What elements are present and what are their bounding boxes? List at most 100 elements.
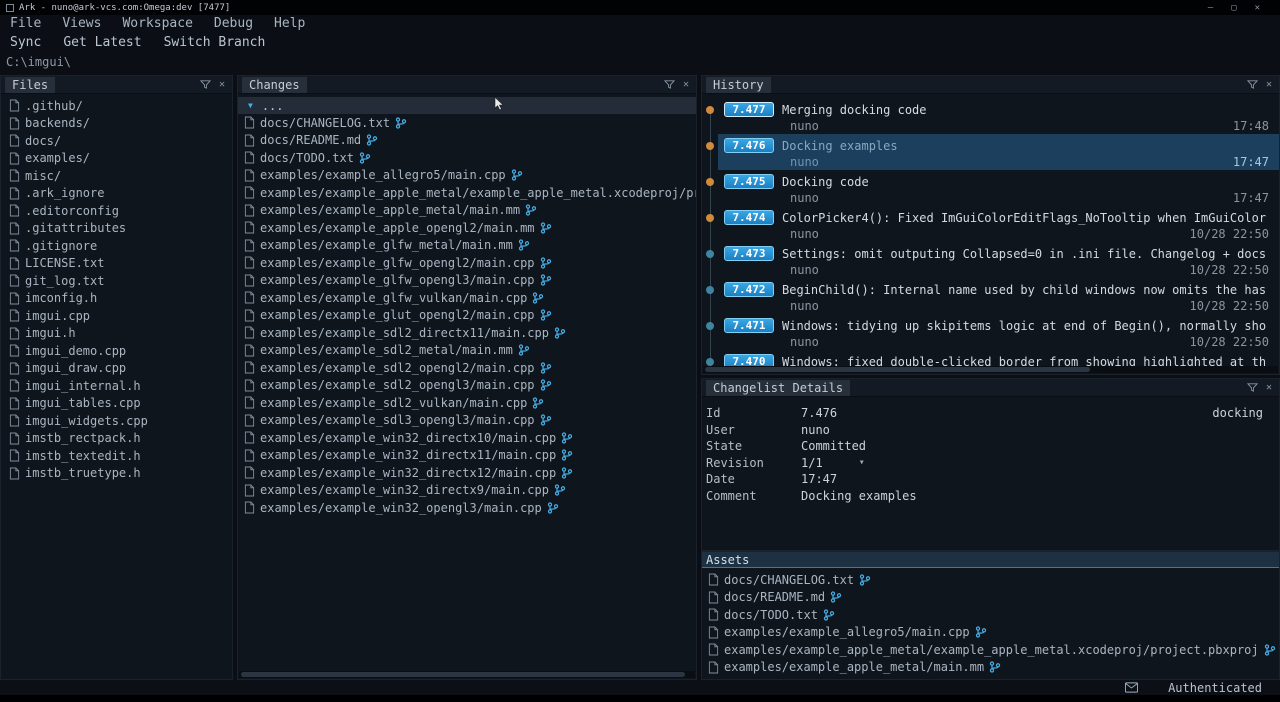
file-tree-item[interactable]: imgui_demo.cpp	[1, 342, 232, 360]
file-icon	[244, 309, 255, 322]
close-panel-icon[interactable]: ✕	[219, 80, 225, 90]
commit-row[interactable]: 7.476 Docking examples nuno 17:47	[702, 134, 1279, 170]
maximize-icon[interactable]: ▢	[1231, 3, 1236, 13]
changes-root-node[interactable]: ▼ ...	[238, 97, 696, 114]
changed-file-row[interactable]: docs/TODO.txt	[238, 149, 696, 167]
asset-row[interactable]: examples/example_apple_metal/main.mm	[702, 659, 1279, 677]
commit-row[interactable]: 7.475 Docking code nuno 17:47	[702, 170, 1279, 206]
changed-file-row[interactable]: examples/example_win32_opengl3/main.cpp	[238, 499, 696, 517]
file-tree-item[interactable]: imgui.cpp	[1, 307, 232, 325]
changed-file-row[interactable]: examples/example_sdl2_vulkan/main.cpp	[238, 394, 696, 412]
file-tree-item[interactable]: examples/	[1, 150, 232, 168]
changed-file-row[interactable]: examples/example_sdl2_metal/main.mm	[238, 342, 696, 360]
asset-row[interactable]: examples/example_apple_metal/example_app…	[702, 641, 1279, 659]
changed-file-row[interactable]: docs/README.md	[238, 132, 696, 150]
file-tree-item[interactable]: git_log.txt	[1, 272, 232, 290]
filter-icon[interactable]	[1247, 382, 1258, 393]
file-tree-item[interactable]: .editorconfig	[1, 202, 232, 220]
filter-icon[interactable]	[1247, 79, 1258, 90]
scrollbar-thumb[interactable]	[241, 672, 685, 677]
changed-file-row[interactable]: examples/example_sdl2_opengl2/main.cpp	[238, 359, 696, 377]
revision-dropdown-icon[interactable]: ▾	[859, 457, 865, 468]
commit-row[interactable]: 7.473 Settings: omit outputing Collapsed…	[702, 242, 1279, 278]
asset-row[interactable]: examples/example_allegro5/main.cpp	[702, 624, 1279, 642]
file-tree-item[interactable]: imgui_draw.cpp	[1, 360, 232, 378]
file-tree-item[interactable]: imstb_textedit.h	[1, 447, 232, 465]
vcs-branch-status-icon	[975, 626, 987, 638]
asset-row[interactable]: docs/CHANGELOG.txt	[702, 571, 1279, 589]
detail-label: Id	[706, 406, 801, 420]
file-tree-item[interactable]: imstb_rectpack.h	[1, 430, 232, 448]
vcs-branch-status-icon	[561, 432, 573, 444]
scrollbar-thumb[interactable]	[705, 367, 1090, 372]
changed-file-row[interactable]: examples/example_glut_opengl2/main.cpp	[238, 307, 696, 325]
expand-triangle-icon[interactable]: ▼	[248, 101, 253, 110]
asset-row[interactable]: docs/README.md	[702, 589, 1279, 607]
file-tree-item[interactable]: imgui_tables.cpp	[1, 395, 232, 413]
changes-root-label: ...	[262, 99, 284, 113]
menu-item[interactable]: Debug	[208, 16, 259, 31]
commit-row[interactable]: 7.472 BeginChild(): Internal name used b…	[702, 278, 1279, 314]
file-name: .ark_ignore	[25, 186, 104, 200]
commit-row[interactable]: 7.470 Windows: fixed double-clicked bord…	[702, 350, 1279, 366]
revision-badge: 7.471	[724, 318, 774, 333]
file-tree-item[interactable]: imconfig.h	[1, 290, 232, 308]
commit-row[interactable]: 7.477 Merging docking code nuno 17:48	[702, 98, 1279, 134]
toolbar-button[interactable]: Sync	[4, 35, 47, 50]
changed-file-row[interactable]: examples/example_apple_metal/main.mm	[238, 202, 696, 220]
horizontal-scrollbar[interactable]	[239, 671, 695, 678]
close-panel-icon[interactable]: ✕	[1266, 383, 1272, 393]
menu-item[interactable]: Workspace	[116, 16, 198, 31]
assets-header: Assets	[702, 552, 1279, 568]
changed-file-row[interactable]: examples/example_sdl2_opengl3/main.cpp	[238, 377, 696, 395]
menu-item[interactable]: File	[4, 16, 47, 31]
filter-icon[interactable]	[664, 79, 675, 90]
menu-item[interactable]: Help	[268, 16, 311, 31]
changed-file-row[interactable]: examples/example_sdl2_directx11/main.cpp	[238, 324, 696, 342]
commit-row[interactable]: 7.474 ColorPicker4(): Fixed ImGuiColorEd…	[702, 206, 1279, 242]
changed-file-row[interactable]: examples/example_win32_directx12/main.cp…	[238, 464, 696, 482]
file-tree-item[interactable]: .ark_ignore	[1, 185, 232, 203]
changed-file-row[interactable]: examples/example_win32_directx11/main.cp…	[238, 447, 696, 465]
changed-file-row[interactable]: docs/CHANGELOG.txt	[238, 114, 696, 132]
changed-file-row[interactable]: examples/example_win32_directx9/main.cpp	[238, 482, 696, 500]
close-panel-icon[interactable]: ✕	[683, 80, 689, 90]
detail-label: Date	[706, 472, 801, 486]
commit-line1: 7.473 Settings: omit outputing Collapsed…	[724, 245, 1279, 262]
changed-file-row[interactable]: examples/example_glfw_vulkan/main.cpp	[238, 289, 696, 307]
changed-file-row[interactable]: examples/example_apple_metal/example_app…	[238, 184, 696, 202]
toolbar-button[interactable]: Switch Branch	[158, 35, 272, 50]
window-title: Ark - nuno@ark-vcs.com:Omega:dev [7477]	[19, 3, 230, 13]
toolbar-button[interactable]: Get Latest	[57, 35, 147, 50]
file-tree-item[interactable]: .github/	[1, 97, 232, 115]
file-tree-item[interactable]: .gitignore	[1, 237, 232, 255]
changed-file-row[interactable]: examples/example_win32_directx10/main.cp…	[238, 429, 696, 447]
file-tree-item[interactable]: backends/	[1, 115, 232, 133]
changed-file-row[interactable]: examples/example_apple_opengl2/main.mm	[238, 219, 696, 237]
changed-file-row[interactable]: examples/example_glfw_metal/main.mm	[238, 237, 696, 255]
close-panel-icon[interactable]: ✕	[1266, 80, 1272, 90]
file-tree-item[interactable]: misc/	[1, 167, 232, 185]
asset-row[interactable]: docs/TODO.txt	[702, 606, 1279, 624]
minimize-icon[interactable]: —	[1208, 3, 1213, 13]
commit-row[interactable]: 7.471 Windows: tidying up skipitems logi…	[702, 314, 1279, 350]
changed-file-row[interactable]: examples/example_glfw_opengl2/main.cpp	[238, 254, 696, 272]
close-window-icon[interactable]: ✕	[1255, 3, 1260, 13]
file-tree-item[interactable]: imgui.h	[1, 325, 232, 343]
file-tree-item[interactable]: imstb_truetype.h	[1, 465, 232, 483]
file-tree-item[interactable]: LICENSE.txt	[1, 255, 232, 273]
changed-file-row[interactable]: examples/example_allegro5/main.cpp	[238, 167, 696, 185]
file-tree-item[interactable]: docs/	[1, 132, 232, 150]
file-tree-item[interactable]: imgui_internal.h	[1, 377, 232, 395]
commit-author: nuno	[790, 335, 819, 349]
files-panel-title: Files	[5, 77, 55, 93]
file-tree-item[interactable]: imgui_widgets.cpp	[1, 412, 232, 430]
changed-file-row[interactable]: examples/example_sdl3_opengl3/main.cpp	[238, 412, 696, 430]
horizontal-scrollbar[interactable]	[703, 366, 1278, 373]
file-tree-item[interactable]: .gitattributes	[1, 220, 232, 238]
filter-icon[interactable]	[200, 79, 211, 90]
menu-item[interactable]: Views	[56, 16, 107, 31]
file-icon	[9, 187, 20, 200]
changed-file-row[interactable]: examples/example_glfw_opengl3/main.cpp	[238, 272, 696, 290]
changes-panel-header: Changes ✕	[238, 76, 696, 94]
